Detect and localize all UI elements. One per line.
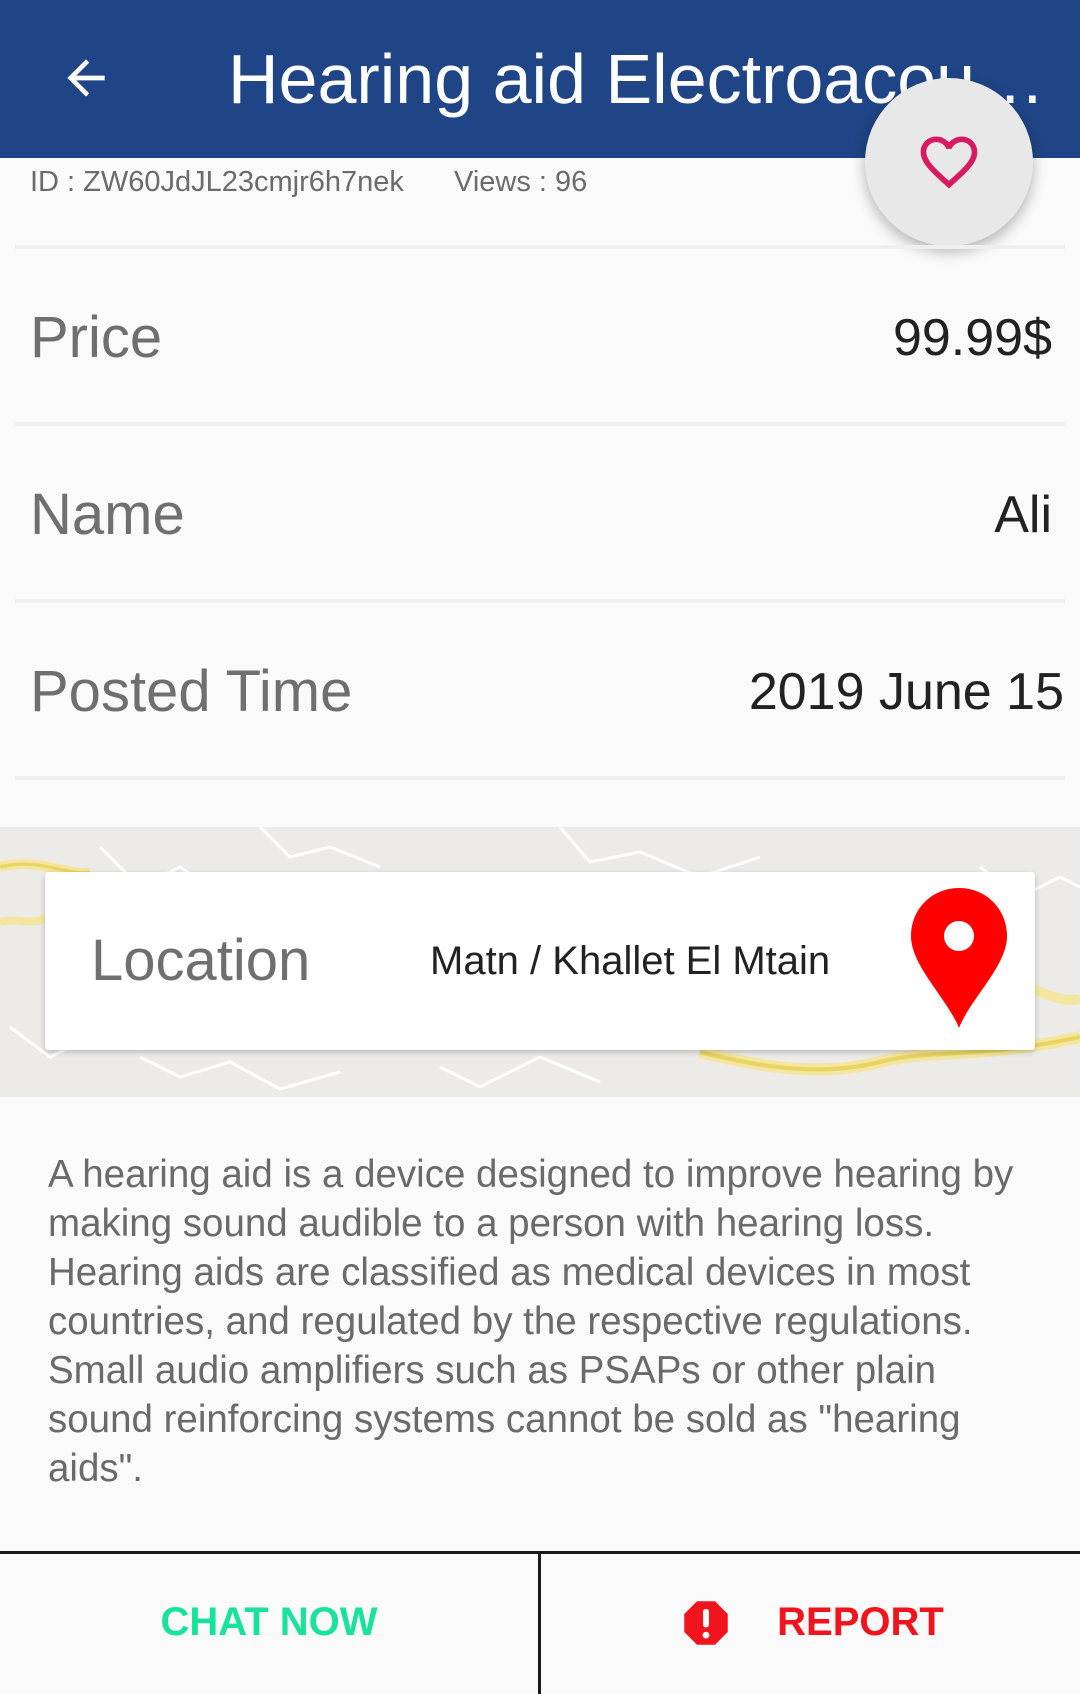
- report-label: REPORT: [777, 1600, 944, 1644]
- views-count: Views : 96: [454, 166, 588, 198]
- price-value: 99.99$: [892, 309, 1052, 367]
- location-card[interactable]: Location Matn / Khallet El Mtain: [45, 872, 1035, 1050]
- posted-time-label: Posted Time: [30, 659, 353, 724]
- divider: [15, 422, 1065, 426]
- chat-now-label: CHAT NOW: [160, 1600, 378, 1644]
- location-label: Location: [91, 928, 311, 993]
- back-button[interactable]: [38, 30, 134, 126]
- bottom-action-bar: CHAT NOW REPORT: [0, 1551, 1080, 1694]
- report-button[interactable]: REPORT: [541, 1554, 1080, 1691]
- listing-meta: ID : ZW60JdJL23cmjr6h7nek Views : 96: [30, 162, 587, 202]
- posted-time-value: 2019 June 15: [748, 663, 1064, 721]
- price-row: Price 99.99$: [30, 278, 1052, 398]
- name-row: Name Ali: [30, 455, 1052, 575]
- favorite-button[interactable]: [865, 78, 1033, 246]
- name-label: Name: [30, 482, 185, 547]
- name-value: Ali: [994, 486, 1052, 544]
- heart-outline-icon: [920, 136, 978, 189]
- location-value: Matn / Khallet El Mtain: [430, 939, 831, 983]
- map-pin-icon: [911, 888, 1007, 1028]
- listing-id: ID : ZW60JdJL23cmjr6h7nek: [30, 166, 404, 198]
- posted-time-row: Posted Time 2019 June 15: [30, 632, 1064, 752]
- alert-octagon-icon: [684, 1600, 728, 1645]
- divider: [15, 599, 1065, 603]
- location-pin-button[interactable]: [911, 888, 1007, 1028]
- arrow-left-icon: [67, 59, 105, 97]
- chat-now-button[interactable]: CHAT NOW: [0, 1554, 538, 1691]
- divider: [15, 776, 1065, 780]
- divider: [15, 245, 1065, 249]
- price-label: Price: [30, 305, 163, 370]
- description-text: A hearing aid is a device designed to im…: [48, 1153, 1014, 1490]
